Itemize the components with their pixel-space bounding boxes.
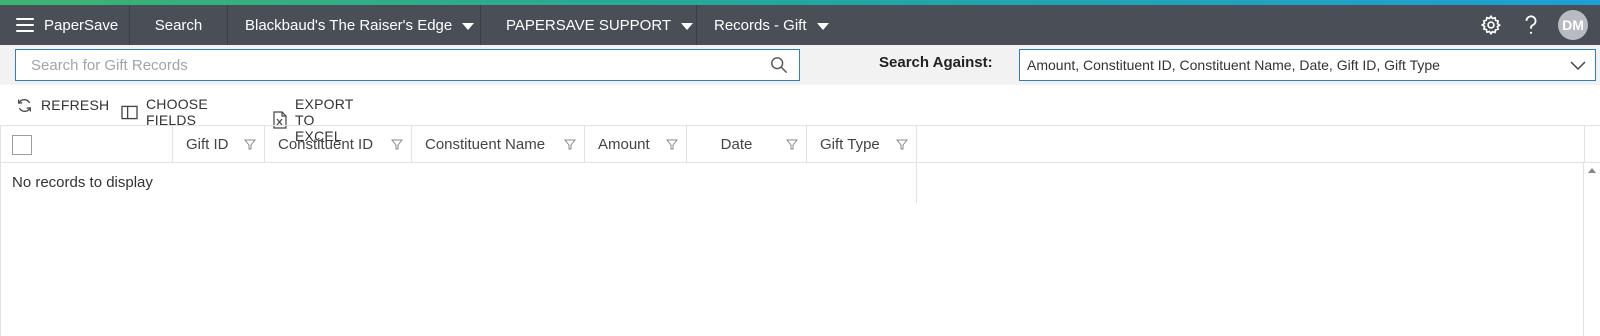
grid-header: Gift ID Constituent ID Constituent Name … [1,126,1600,163]
refresh-label: REFRESH [41,97,110,113]
search-against-label: Search Against: [879,54,993,71]
records-grid: Gift ID Constituent ID Constituent Name … [0,125,1600,336]
column-label: Gift ID [186,136,229,153]
choose-fields-label: CHOOSE FIELDS [146,96,208,128]
vertical-scrollbar[interactable] [1583,163,1600,336]
filter-icon[interactable] [786,138,798,150]
brand-label: PaperSave [44,16,119,34]
column-header[interactable]: Amount [585,126,687,163]
search-against-select[interactable]: Amount, Constituent ID, Constituent Name… [1019,49,1596,81]
caret-down-icon [816,22,829,30]
divider [916,163,917,203]
empty-message: No records to display [12,174,153,191]
nav-search-label: Search [154,16,203,34]
caret-down-icon [681,22,694,30]
column-header[interactable]: Gift Type [807,126,917,163]
brand-menu[interactable]: PaperSave [0,5,130,45]
column-header[interactable]: Constituent Name [412,126,585,163]
records-label: Records - Gift [714,16,807,34]
caret-down-icon [462,22,475,30]
top-navigation: PaperSave Search Blackbaud's The Raiser'… [0,5,1600,45]
column-label: Constituent Name [425,136,546,153]
support-label: PAPERSAVE SUPPORT [506,16,672,34]
header-scroll-spacer [1584,126,1600,163]
avatar[interactable]: DM [1558,10,1588,40]
product-label: Blackbaud's The Raiser's Edge [245,16,453,34]
product-dropdown[interactable]: Blackbaud's The Raiser's Edge [228,5,481,45]
filter-icon[interactable] [391,138,403,150]
column-header[interactable]: Date [687,126,807,163]
chevron-down-icon [1569,58,1587,75]
column-label: Amount [598,136,650,153]
column-label: Constituent ID [278,136,374,153]
search-input[interactable] [16,50,759,80]
hamburger-icon[interactable] [16,18,34,32]
scroll-up-arrow-icon[interactable] [1588,168,1596,173]
gear-icon[interactable] [1478,12,1504,38]
search-box [15,49,800,81]
filter-icon[interactable] [244,138,256,150]
refresh-icon [15,96,33,114]
filter-icon[interactable] [564,138,576,150]
columns-icon [121,103,138,121]
filter-icon[interactable] [666,138,678,150]
nav-search[interactable]: Search [130,5,228,45]
records-dropdown[interactable]: Records - Gift [697,5,852,45]
refresh-button[interactable]: REFRESH [15,96,109,114]
column-header[interactable]: Constituent ID [265,126,412,163]
help-icon[interactable] [1518,12,1544,38]
filter-icon[interactable] [896,138,908,150]
topbar-actions: DM [1478,5,1600,45]
search-against-value: Amount, Constituent ID, Constituent Name… [1027,57,1440,73]
select-all-cell [1,126,173,163]
support-dropdown[interactable]: PAPERSAVE SUPPORT [481,5,697,45]
search-row: Search Against: Amount, Constituent ID, … [0,45,1600,85]
column-header[interactable]: Gift ID [173,126,265,163]
select-all-checkbox[interactable] [12,134,32,155]
choose-fields-button[interactable]: CHOOSE FIELDS [121,96,209,128]
search-icon[interactable] [759,50,799,80]
column-label: Gift Type [820,136,880,153]
